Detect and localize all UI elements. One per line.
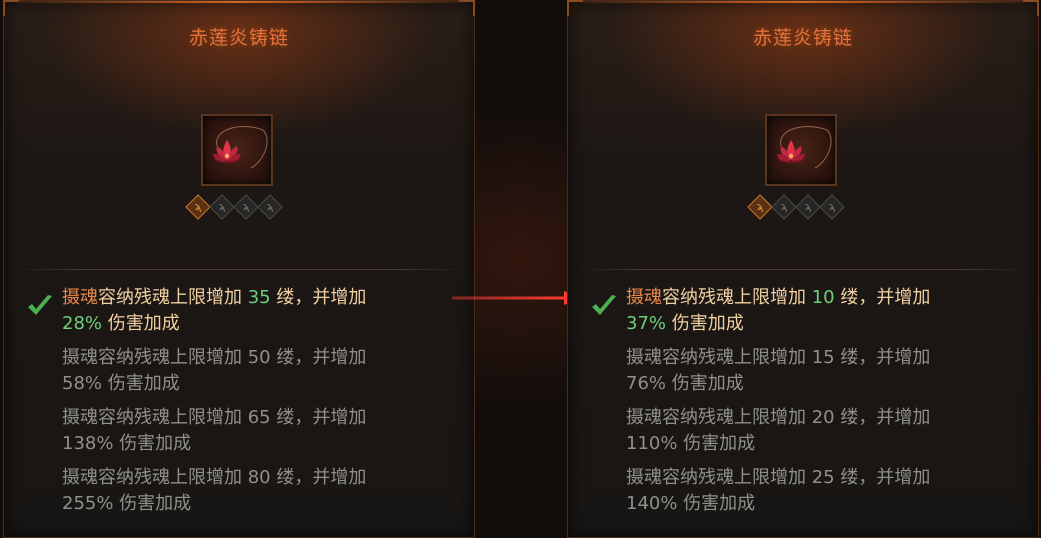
rank-line: 摄魂容纳残魂上限增加 65 缕，并增加 [62,407,367,428]
socket-row: ϡ ϡ ϡ ϡ [568,194,1038,221]
socket-empty[interactable]: ϡ [257,194,283,220]
rank-line: 110% 伤害加成 [626,433,756,454]
socket-row: ϡ ϡ ϡ ϡ [4,194,474,221]
item-slot[interactable] [765,114,837,186]
keyword-text: 摄魂 [626,287,662,308]
rank-current: 摄魂容纳残魂上限增加 35 缕，并增加 28% 伤害加成 [62,285,442,337]
rank-line: 138% 伤害加成 [62,433,192,454]
rank-item: 摄魂容纳残魂上限增加 25 缕，并增加 140% 伤害加成 [626,465,1006,517]
rank-line: 76% 伤害加成 [626,373,744,394]
rune-icon: ϡ [828,200,836,213]
item-title: 赤莲炎铸链 [752,27,853,49]
checkmark-icon [28,295,52,315]
rank-item: 摄魂容纳残魂上限增加 80 缕，并增加 255% 伤害加成 [62,465,442,517]
rank-line: 摄魂容纳残魂上限增加 20 缕，并增加 [626,407,931,428]
rank-value: 28% [62,313,103,334]
socket-empty[interactable]: ϡ [819,194,845,220]
divider [578,269,1028,270]
rank-item: 摄魂容纳残魂上限增加 50 缕，并增加 58% 伤害加成 [62,345,442,397]
rune-icon: ϡ [266,200,274,213]
rank-current: 摄魂容纳残魂上限增加 10 缕，并增加 37% 伤害加成 [626,285,1006,337]
rank-value: 37% [626,313,667,334]
rank-item: 摄魂容纳残魂上限增加 65 缕，并增加 138% 伤害加成 [62,405,442,457]
socket-empty[interactable]: ϡ [795,194,821,220]
rank-line: 摄魂容纳残魂上限增加 25 缕，并增加 [626,467,931,488]
rank-text: 容纳残魂上限增加 [662,287,812,308]
rune-icon: ϡ [242,200,250,213]
rank-item: 摄魂容纳残魂上限增加 15 缕，并增加 76% 伤害加成 [626,345,1006,397]
item-slot[interactable] [201,114,273,186]
divider [14,269,464,270]
rank-value: 35 [247,287,271,308]
rank-text: 容纳残魂上限增加 [98,287,248,308]
frame-corner [3,0,19,16]
rune-icon: ϡ [218,200,226,213]
rune-icon: ϡ [194,200,202,213]
socket-empty[interactable]: ϡ [771,194,797,220]
item-card-left: 赤莲炎铸链 ϡ ϡ ϡ ϡ 摄魂容纳残魂上限增加 35 缕，并增加 28% 伤害… [3,0,475,538]
rank-text: 伤害加成 [102,313,180,334]
rank-line: 255% 伤害加成 [62,493,192,514]
rank-text: 缕，并增加 [834,287,931,308]
checkmark-icon [592,295,616,315]
frame-top-edge [582,1,1024,3]
frame-top-edge [18,1,460,3]
frame-corner [459,0,475,16]
red-arrow-icon [452,291,580,305]
rank-line: 摄魂容纳残魂上限增加 15 缕，并增加 [626,347,931,368]
socket-empty[interactable]: ϡ [209,194,235,220]
rune-icon: ϡ [780,200,788,213]
lotus-chain-icon [213,126,268,169]
keyword-text: 摄魂 [62,287,98,308]
item-card-right: 赤莲炎铸链 ϡ ϡ ϡ ϡ 摄魂容纳残魂上限增加 10 缕，并增加 37% 伤害… [567,0,1039,538]
frame-corner [1023,0,1039,16]
rank-text: 伤害加成 [666,313,744,334]
rank-line: 摄魂容纳残魂上限增加 50 缕，并增加 [62,347,367,368]
socket-filled[interactable]: ϡ [747,194,773,220]
socket-filled[interactable]: ϡ [185,194,211,220]
frame-corner [567,0,583,16]
rank-line: 58% 伤害加成 [62,373,180,394]
socket-empty[interactable]: ϡ [233,194,259,220]
rank-line: 摄魂容纳残魂上限增加 80 缕，并增加 [62,467,367,488]
lotus-chain-icon [777,126,832,169]
rank-item: 摄魂容纳残魂上限增加 20 缕，并增加 110% 伤害加成 [626,405,1006,457]
rank-value: 10 [811,287,835,308]
rune-icon: ϡ [756,200,764,213]
rune-icon: ϡ [804,200,812,213]
rank-text: 缕，并增加 [270,287,367,308]
item-title: 赤莲炎铸链 [188,27,289,49]
rank-line: 140% 伤害加成 [626,493,756,514]
